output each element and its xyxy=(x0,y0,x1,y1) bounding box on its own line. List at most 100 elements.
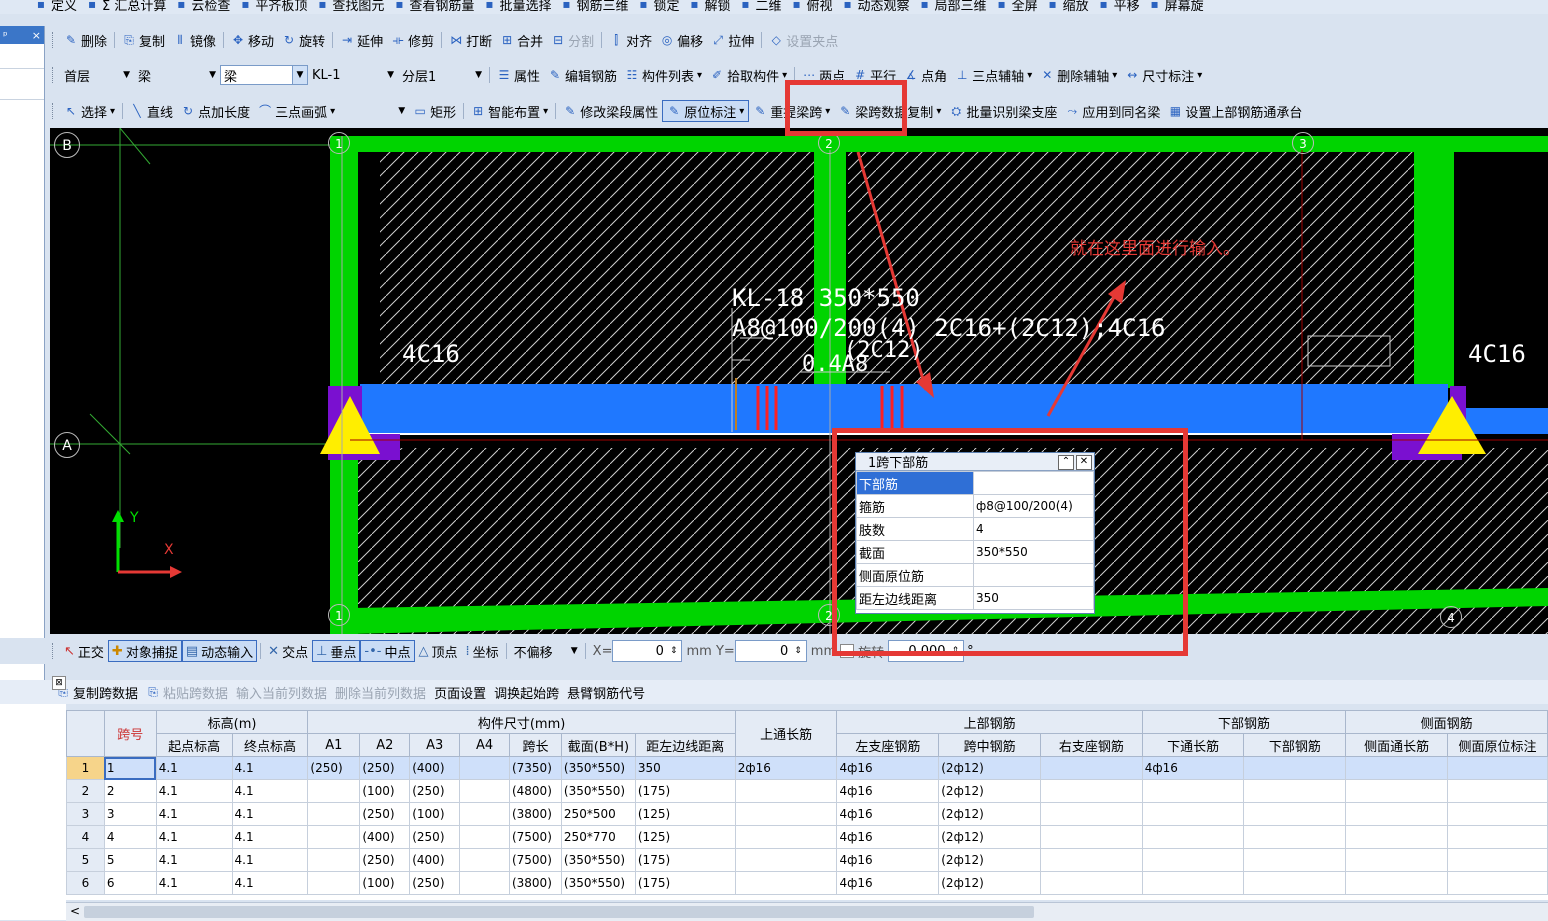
cell-bottom[interactable] xyxy=(1243,779,1347,803)
draw-tool-4-button[interactable]: ▭ 矩形 xyxy=(409,101,460,121)
menu-unlock[interactable]: ▪ 解锁 xyxy=(683,0,734,14)
menu-rebar-3d[interactable]: ▪ 钢筋三维 xyxy=(555,0,632,14)
cell-end[interactable]: 4.1 xyxy=(231,756,309,780)
close-icon[interactable]: × xyxy=(32,29,41,42)
cell-span[interactable]: 2 xyxy=(103,779,157,803)
cell-sorig[interactable] xyxy=(1446,779,1548,803)
cell-span[interactable]: 4 xyxy=(103,825,157,849)
cell-end[interactable]: 4.1 xyxy=(231,802,309,826)
cell-mid[interactable]: (2ф12) xyxy=(938,871,1041,895)
edit-8-button[interactable]: ⊞ 合并 xyxy=(496,30,547,50)
cell-dist[interactable]: (125) xyxy=(634,825,736,849)
intersection-snap[interactable]: ✕ 交点 xyxy=(264,640,312,662)
layer-tool-1-button[interactable]: ✎ 编辑钢筋 xyxy=(544,65,621,85)
cell-left[interactable]: 4ф16 xyxy=(836,871,940,895)
cell-dist[interactable]: (175) xyxy=(634,779,736,803)
cell-a3[interactable]: (250) xyxy=(409,779,461,803)
coordinate-snap[interactable]: ⁞ 坐标 xyxy=(462,640,503,662)
column-header[interactable]: 下部钢筋 xyxy=(1243,733,1347,757)
cell-right[interactable] xyxy=(1039,871,1143,895)
cell-sthrough[interactable] xyxy=(1345,779,1448,803)
cell-a4[interactable] xyxy=(459,756,510,780)
menu-fullscreen[interactable]: ▪ 全屏 xyxy=(991,0,1042,14)
cell-a1[interactable] xyxy=(307,825,361,849)
column-header[interactable]: A2 xyxy=(359,733,411,757)
header-span[interactable]: 跨号 xyxy=(103,710,157,757)
cell-a3[interactable]: (100) xyxy=(409,802,461,826)
grid-tool-5-button[interactable]: 调换起始跨 xyxy=(490,682,563,702)
cell-a4[interactable] xyxy=(459,848,510,872)
menu-local-3d[interactable]: ▪ 局部三维 xyxy=(914,0,991,14)
pin-icon[interactable]: ᵖ xyxy=(3,29,8,42)
component-select[interactable]: KL-1 ▼ xyxy=(308,65,398,85)
draw-tool-7-button[interactable]: ✎ 原位标注 ▾ xyxy=(662,100,750,122)
type-select[interactable]: 梁 ▼ xyxy=(220,65,308,85)
draw-tool-11-button[interactable]: ⤳ 应用到同名梁 xyxy=(1061,101,1164,121)
menu-rebar-view[interactable]: ▪ 查看钢筋量 xyxy=(388,0,478,14)
draw-tool-1-button[interactable]: ╲ 直线 xyxy=(126,101,177,121)
cell-bottom[interactable] xyxy=(1243,825,1347,849)
cell-right[interactable] xyxy=(1039,848,1143,872)
category-select[interactable]: 梁 ▼ xyxy=(134,65,220,85)
cell-len[interactable]: (4800) xyxy=(508,779,562,803)
cell-a1[interactable] xyxy=(307,802,361,826)
draw-mode-select[interactable]: ▼ xyxy=(339,101,409,121)
cell-len[interactable]: (3800) xyxy=(508,802,562,826)
cell-len[interactable]: (3800) xyxy=(508,871,562,895)
draw-tool-12-button[interactable]: ▦ 设置上部钢筋通承台 xyxy=(1164,101,1306,121)
cell-left[interactable]: 4ф16 xyxy=(836,825,940,849)
cell-end[interactable]: 4.1 xyxy=(231,871,309,895)
header-top-through[interactable]: 上通长筋 xyxy=(734,710,838,757)
table-row[interactable]: 4 4 4.1 4.1 (400) (250) (7500) 250*770 (125) 4ф16… xyxy=(66,825,1548,849)
column-header[interactable]: 侧面通长筋 xyxy=(1345,733,1448,757)
spinner-icon[interactable]: ⇕ xyxy=(670,646,678,656)
cell-len[interactable]: (7500) xyxy=(508,848,562,872)
ortho-toggle[interactable]: ↖ 正交 xyxy=(60,640,108,662)
edit-5-button[interactable]: ⇥ 延伸 xyxy=(336,30,387,50)
layer-tool-7-button[interactable]: ⊥ 三点辅轴 ▾ xyxy=(951,65,1036,85)
layer-tool-6-button[interactable]: ∡ 点角 xyxy=(900,65,951,85)
layer-tool-9-button[interactable]: ↔ 尺寸标注 ▾ xyxy=(1121,65,1206,85)
cell-a1[interactable]: (250) xyxy=(307,756,361,780)
layer-tool-2-button[interactable]: ☷ 构件列表 ▾ xyxy=(621,65,706,85)
cell-sec[interactable]: (350*550) xyxy=(560,871,636,895)
cell-sec[interactable]: (350*550) xyxy=(560,848,636,872)
cell-dist[interactable]: 350 xyxy=(634,756,736,780)
cell-span[interactable]: 6 xyxy=(103,871,157,895)
cell-start[interactable]: 4.1 xyxy=(155,779,233,803)
cell-a1[interactable] xyxy=(307,871,361,895)
scroll-left-arrow-icon[interactable]: < xyxy=(70,904,80,918)
edit-12-button[interactable]: ⤢ 拉伸 xyxy=(707,30,758,50)
cell-sthrough[interactable] xyxy=(1345,802,1448,826)
perpendicular-snap[interactable]: ⊥ 垂点 xyxy=(312,640,361,662)
cell-sorig[interactable] xyxy=(1446,871,1548,895)
column-header[interactable]: 左支座钢筋 xyxy=(836,733,940,757)
cell-sorig[interactable] xyxy=(1446,825,1548,849)
cell-top[interactable] xyxy=(734,871,838,895)
cell-span[interactable]: 5 xyxy=(103,848,157,872)
cell-mid[interactable]: (2ф12) xyxy=(938,848,1041,872)
floor-select[interactable]: 首层 ▼ xyxy=(60,65,134,85)
edit-6-button[interactable]: ⟛ 修剪 xyxy=(387,30,438,50)
cell-a4[interactable] xyxy=(459,871,510,895)
cell-bthrough[interactable] xyxy=(1141,848,1245,872)
sublayer-select[interactable]: 分层1 ▼ xyxy=(398,65,486,85)
cell-sthrough[interactable] xyxy=(1345,756,1448,780)
cell-end[interactable]: 4.1 xyxy=(231,848,309,872)
cell-span[interactable]: 3 xyxy=(103,802,157,826)
cell-a2[interactable]: (100) xyxy=(359,871,411,895)
layer-tool-3-button[interactable]: ✐ 拾取构件 ▾ xyxy=(706,65,791,85)
menu-screen-rotate[interactable]: ▪ 屏幕旋 xyxy=(1144,0,1208,14)
edit-1-button[interactable]: ⎘ 复制 xyxy=(118,30,169,50)
cell-left[interactable]: 4ф16 xyxy=(836,756,940,780)
cell-top[interactable] xyxy=(734,825,838,849)
menu-dynamic-view[interactable]: ▪ 动态观察 xyxy=(837,0,914,14)
cell-a2[interactable]: (100) xyxy=(359,779,411,803)
cell-a2[interactable]: (400) xyxy=(359,825,411,849)
cell-start[interactable]: 4.1 xyxy=(155,756,233,780)
column-header[interactable]: 截面(B*H) xyxy=(560,733,636,757)
cell-left[interactable]: 4ф16 xyxy=(836,802,940,826)
table-row[interactable]: 6 6 4.1 4.1 (100) (250) (3800) (350*550) (175) 4ф… xyxy=(66,871,1548,895)
cell-a3[interactable]: (400) xyxy=(409,756,461,780)
selected-beam[interactable] xyxy=(360,384,1448,434)
